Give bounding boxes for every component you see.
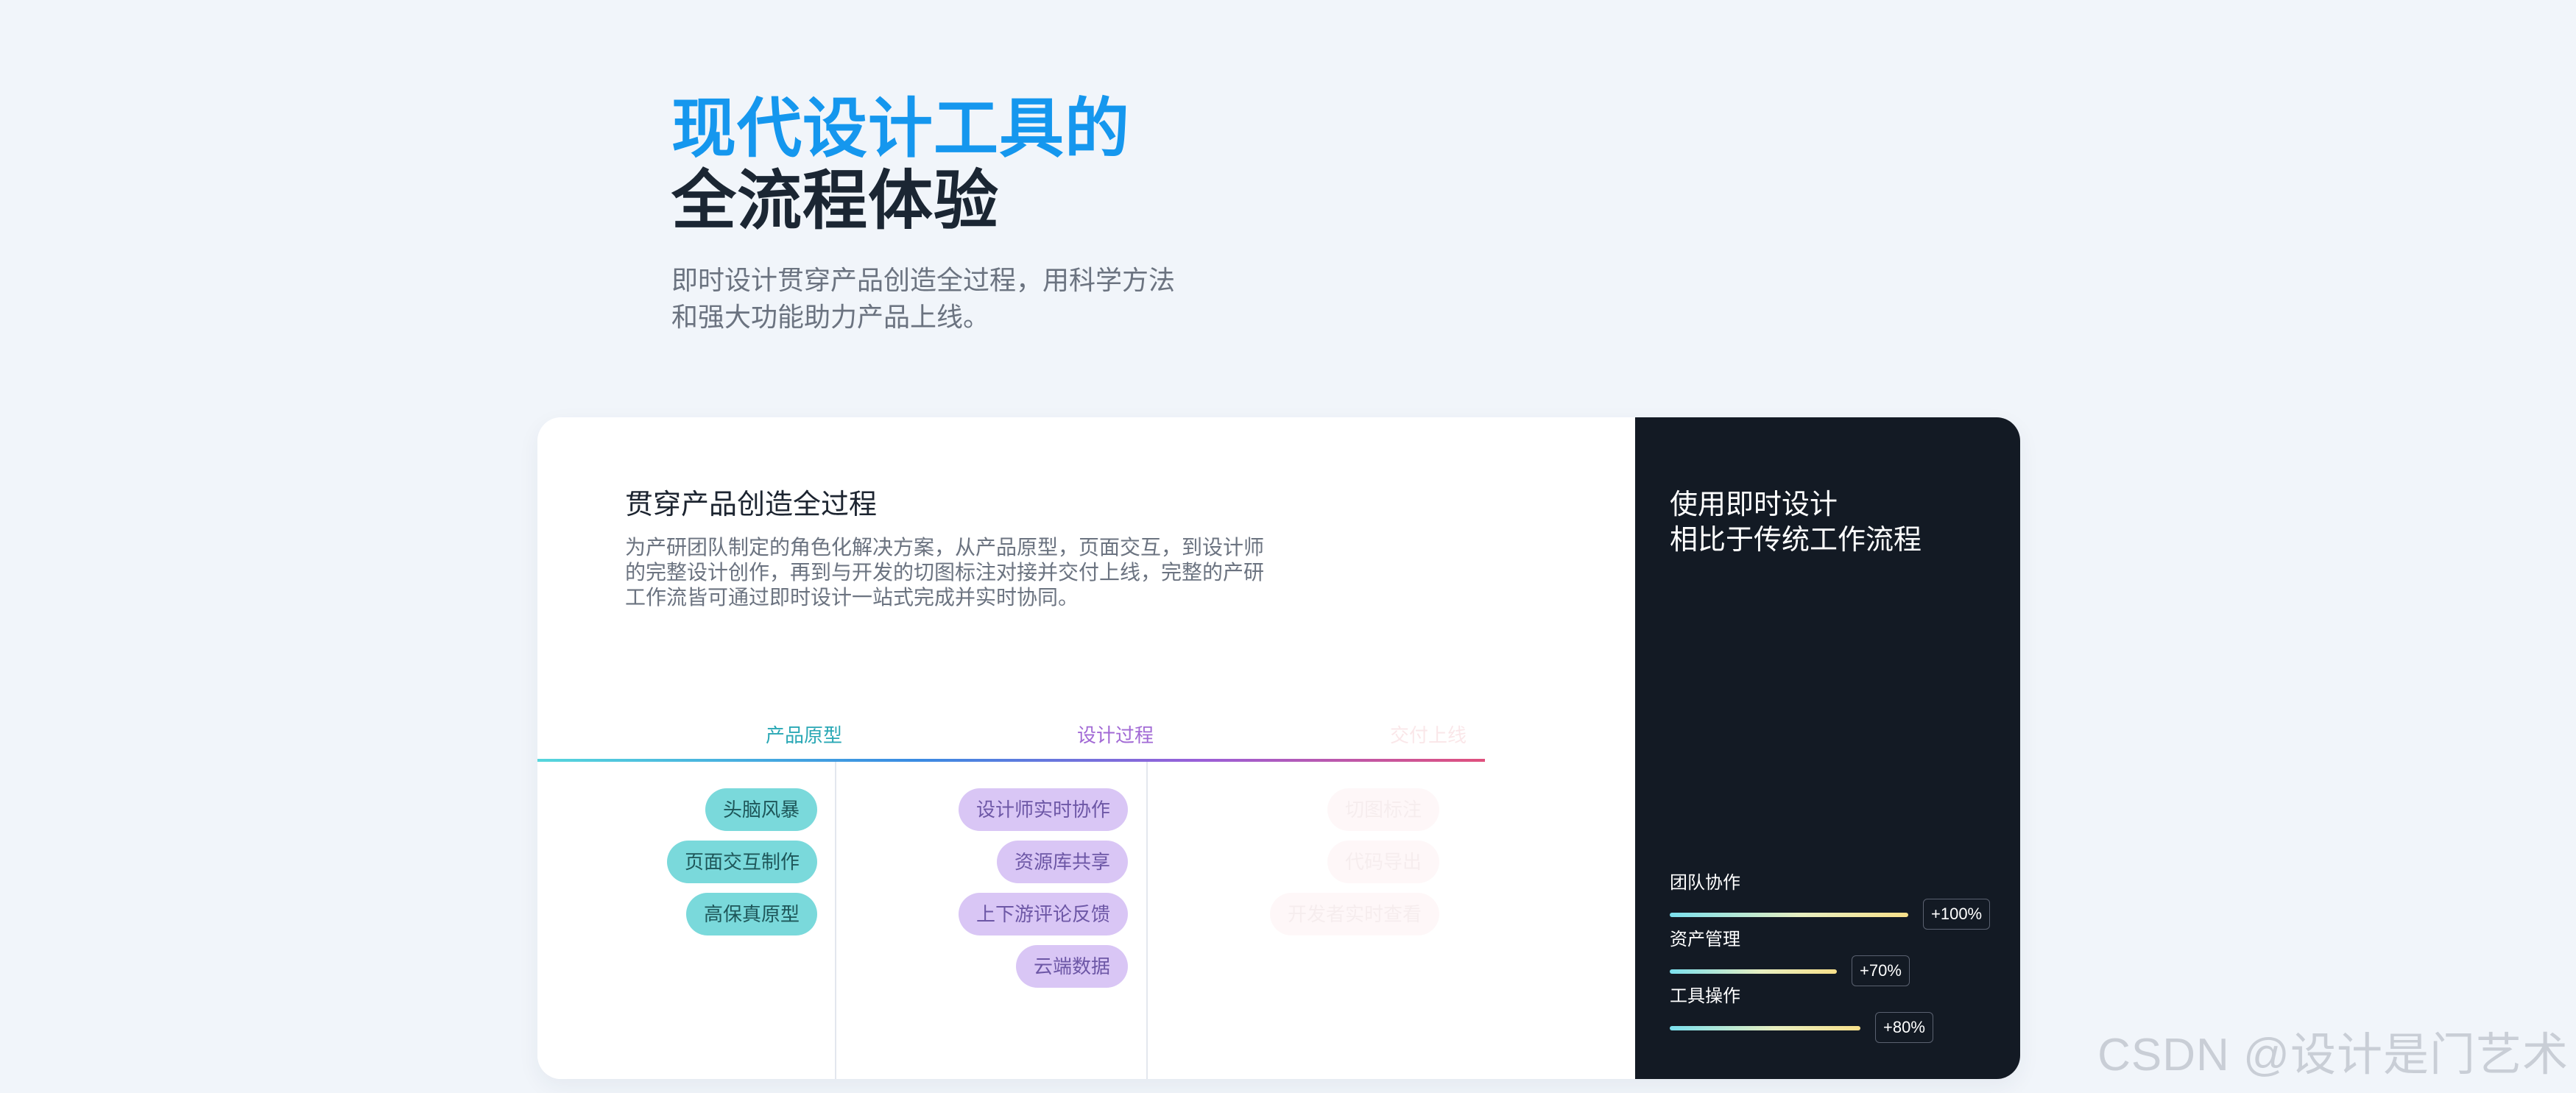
workflow-panel: 贯穿产品创造全过程 为产研团队制定的角色化解决方案，从产品原型，页面交互，到设计… bbox=[537, 417, 1635, 1079]
workflow-description: 为产研团队制定的角色化解决方案，从产品原型，页面交互，到设计师的完整设计创作，再… bbox=[625, 536, 1265, 609]
phase-timeline bbox=[537, 759, 1485, 762]
metric-value-badge: +80% bbox=[1875, 1012, 1933, 1043]
tag-slice-annotation: 切图标注 bbox=[1327, 788, 1439, 831]
metric-bar bbox=[1670, 1026, 1860, 1030]
tag-realtime-collaboration: 设计师实时协作 bbox=[958, 788, 1128, 831]
column-divider bbox=[835, 762, 836, 1079]
metric-team-collaboration: 团队协作 +100% bbox=[1670, 872, 2008, 930]
tag-developer-view: 开发者实时查看 bbox=[1269, 893, 1439, 935]
design-tag-list: 设计师实时协作 资源库共享 上下游评论反馈 云端数据 bbox=[958, 788, 1128, 988]
comparison-title: 使用即时设计 相比于传统工作流程 bbox=[1670, 487, 1922, 558]
metric-asset-management: 资产管理 +70% bbox=[1670, 929, 2008, 986]
phase-label-delivery[interactable]: 交付上线 bbox=[1390, 723, 1467, 748]
phase-label-prototype[interactable]: 产品原型 bbox=[766, 723, 842, 748]
comparison-title-line1: 使用即时设计 bbox=[1670, 489, 1838, 520]
metric-bar bbox=[1670, 969, 1837, 974]
hero-subtitle: 即时设计贯穿产品创造全过程，用科学方法和强大功能助力产品上线。 bbox=[671, 265, 1176, 332]
metric-row: +100% bbox=[1670, 897, 2008, 930]
metric-row: +70% bbox=[1670, 954, 2008, 986]
tag-page-interaction: 页面交互制作 bbox=[666, 841, 817, 883]
tag-hifi-prototype: 高保真原型 bbox=[685, 893, 817, 935]
comparison-panel: 使用即时设计 相比于传统工作流程 团队协作 +100% 资产管理 +70% 工具… bbox=[1635, 417, 2020, 1079]
metric-value-badge: +70% bbox=[1852, 955, 1910, 986]
metric-value-badge: +100% bbox=[1923, 899, 1991, 930]
tag-brainstorm: 头脑风暴 bbox=[705, 788, 817, 831]
tag-comment-feedback: 上下游评论反馈 bbox=[958, 893, 1128, 935]
delivery-tag-list: 切图标注 代码导出 开发者实时查看 bbox=[1269, 788, 1439, 935]
metric-tool-operation: 工具操作 +80% bbox=[1670, 986, 2008, 1043]
metric-label: 工具操作 bbox=[1670, 986, 1740, 1006]
feature-card: 贯穿产品创造全过程 为产研团队制定的角色化解决方案，从产品原型，页面交互，到设计… bbox=[537, 417, 2020, 1079]
tag-cloud-data: 云端数据 bbox=[1015, 945, 1128, 988]
hero-title-line1: 现代设计工具的 bbox=[671, 92, 1131, 165]
watermark: CSDN @设计是门艺术 bbox=[2097, 1030, 2569, 1080]
tag-code-export: 代码导出 bbox=[1327, 841, 1439, 883]
hero-section: 现代设计工具的 全流程体验 即时设计贯穿产品创造全过程，用科学方法和强大功能助力… bbox=[671, 93, 1334, 362]
workflow-title: 贯穿产品创造全过程 bbox=[625, 489, 878, 520]
metric-label: 资产管理 bbox=[1670, 930, 1740, 949]
metric-row: +80% bbox=[1670, 1011, 2008, 1043]
phase-label-design[interactable]: 设计过程 bbox=[1077, 723, 1154, 748]
column-divider bbox=[1146, 762, 1148, 1079]
tag-library-sharing: 资源库共享 bbox=[996, 841, 1128, 883]
prototype-tag-list: 头脑风暴 页面交互制作 高保真原型 bbox=[666, 788, 817, 935]
metric-bar bbox=[1670, 913, 1908, 917]
hero-title-line2: 全流程体验 bbox=[671, 164, 1000, 237]
comparison-title-line2: 相比于传统工作流程 bbox=[1670, 525, 1922, 556]
metric-label: 团队协作 bbox=[1670, 873, 1740, 893]
